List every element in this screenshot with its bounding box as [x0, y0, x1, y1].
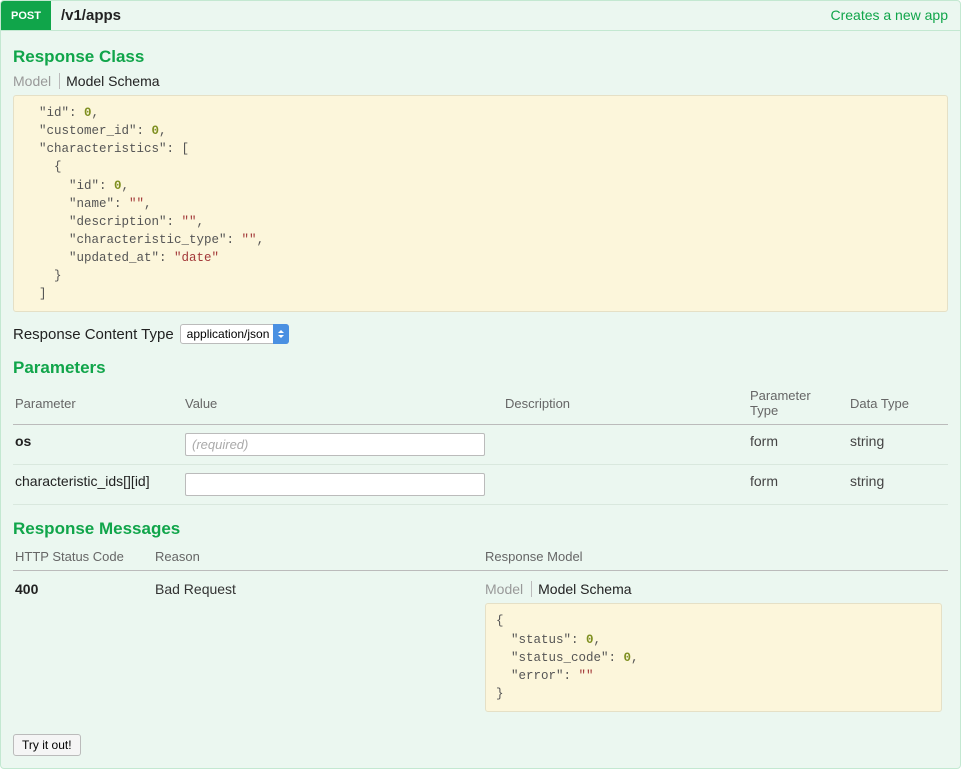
response-messages-table: HTTP Status Code Reason Response Model 4… — [13, 545, 948, 720]
status-reason: Bad Request — [153, 571, 483, 720]
col-value: Value — [183, 384, 503, 425]
operation-summary: Creates a new app — [818, 1, 960, 30]
col-reason: Reason — [153, 545, 483, 571]
col-response-model: Response Model — [483, 545, 948, 571]
table-row: os form string — [13, 425, 948, 465]
param-type: form — [748, 465, 848, 505]
col-parameter: Parameter — [13, 384, 183, 425]
param-value-input[interactable] — [185, 433, 485, 456]
table-row: characteristic_ids[][id] form string — [13, 465, 948, 505]
try-it-out-button[interactable]: Try it out! — [13, 734, 81, 756]
col-description: Description — [503, 384, 748, 425]
response-content-type-row: Response Content Type application/json — [13, 324, 948, 344]
response-schema-code[interactable]: "id": 0, "customer_id": 0, "characterist… — [13, 95, 948, 312]
tab-model-schema[interactable]: Model Schema — [66, 73, 167, 89]
param-data-type: string — [848, 465, 948, 505]
operation-heading[interactable]: POST /v1/apps Creates a new app — [1, 1, 960, 31]
operation-content: Response Class Model Model Schema "id": 0… — [1, 31, 960, 768]
tab-model[interactable]: Model — [485, 581, 532, 597]
error-schema-code[interactable]: { "status": 0, "status_code": 0, "error"… — [485, 603, 942, 712]
http-method-badge: POST — [1, 1, 51, 30]
status-code: 400 — [15, 581, 38, 597]
code-text: "id": 0, "customer_id": 0, "characterist… — [24, 106, 264, 301]
param-value-input[interactable] — [185, 473, 485, 496]
param-name: os — [15, 433, 31, 449]
response-content-type-select[interactable]: application/json — [180, 324, 289, 344]
operation-panel: POST /v1/apps Creates a new app Response… — [0, 0, 961, 769]
param-type: form — [748, 425, 848, 465]
endpoint-path: /v1/apps — [51, 1, 131, 30]
response-class-heading: Response Class — [13, 47, 948, 67]
parameters-heading: Parameters — [13, 358, 948, 378]
param-name: characteristic_ids[][id] — [15, 473, 150, 489]
tab-model[interactable]: Model — [13, 73, 60, 89]
col-status-code: HTTP Status Code — [13, 545, 153, 571]
parameters-table: Parameter Value Description Parameter Ty… — [13, 384, 948, 505]
response-messages-heading: Response Messages — [13, 519, 948, 539]
response-content-type-label: Response Content Type — [13, 326, 174, 343]
tab-model-schema[interactable]: Model Schema — [538, 581, 639, 597]
param-description — [503, 465, 748, 505]
code-text: { "status": 0, "status_code": 0, "error"… — [496, 614, 639, 701]
col-param-type: Parameter Type — [748, 384, 848, 425]
table-row: 400 Bad Request Model Model Schema { "sta… — [13, 571, 948, 720]
param-description — [503, 425, 748, 465]
param-data-type: string — [848, 425, 948, 465]
schema-tabs: Model Model Schema — [13, 73, 948, 89]
col-data-type: Data Type — [848, 384, 948, 425]
schema-tabs: Model Model Schema — [485, 581, 942, 597]
